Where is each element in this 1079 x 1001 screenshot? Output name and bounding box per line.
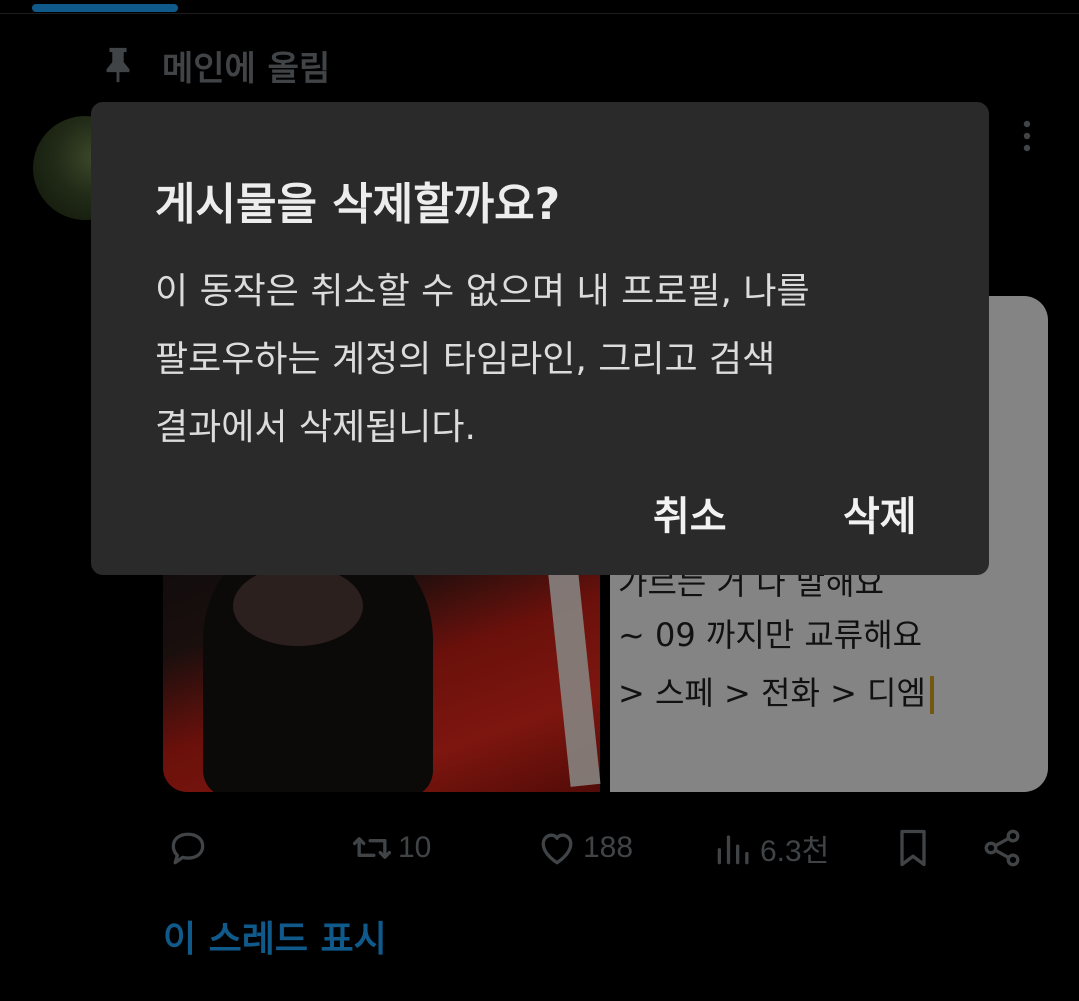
cancel-button[interactable]: 취소 xyxy=(653,484,727,542)
dialog-body-line: 결과에서 삭제됩니다. xyxy=(155,407,476,448)
delete-confirm-dialog: 게시물을 삭제할까요? 이 동작은 취소할 수 없으며 내 프로필, 나를 팔로… xyxy=(91,102,989,575)
delete-button[interactable]: 삭제 xyxy=(843,484,917,542)
dialog-body-line: 팔로우하는 계정의 타임라인, 그리고 검색 xyxy=(155,339,776,380)
dialog-body: 이 동작은 취소할 수 없으며 내 프로필, 나를 팔로우하는 계정의 타임라인… xyxy=(155,258,955,462)
dialog-title: 게시물을 삭제할까요? xyxy=(155,179,561,230)
dialog-body-line: 이 동작은 취소할 수 없으며 내 프로필, 나를 xyxy=(155,271,810,312)
